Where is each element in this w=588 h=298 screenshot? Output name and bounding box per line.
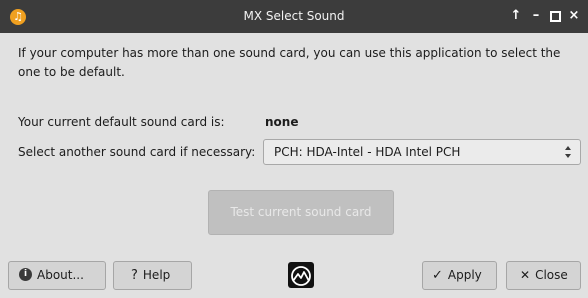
intro-text: If your computer has more than one sound… <box>18 46 561 79</box>
sound-card-select[interactable]: PCH: HDA-Intel - HDA Intel PCH <box>263 139 581 165</box>
title-bar[interactable]: ♫ MX Select Sound ↑ – × <box>0 0 588 33</box>
maximize-button[interactable] <box>547 8 563 24</box>
select-card-label: Select another sound card if necessary: <box>18 145 256 159</box>
mx-logo-icon <box>288 262 314 288</box>
apply-button[interactable]: ✓ Apply <box>422 261 497 290</box>
about-button-label: About... <box>37 268 84 282</box>
maximize-icon <box>549 11 561 22</box>
apply-button-label: Apply <box>447 268 482 282</box>
question-icon: ? <box>131 268 138 283</box>
help-button-label: Help <box>142 268 171 282</box>
info-icon: i <box>19 268 32 281</box>
mx-select-sound-window: ♫ MX Select Sound ↑ – × If your computer… <box>0 0 588 298</box>
current-card-value: none <box>265 115 299 129</box>
close-button-label: Close <box>535 268 568 282</box>
minimize-button[interactable]: – <box>528 8 544 24</box>
help-button[interactable]: ? Help <box>113 261 192 290</box>
about-button[interactable]: i About... <box>8 261 106 290</box>
close-button[interactable]: ✕ Close <box>506 261 581 290</box>
x-icon: ✕ <box>520 268 531 282</box>
close-window-button[interactable]: × <box>566 8 582 24</box>
check-icon: ✓ <box>432 268 443 283</box>
sound-card-select-value: PCH: HDA-Intel - HDA Intel PCH <box>274 145 461 159</box>
music-note-icon: ♫ <box>10 9 26 25</box>
window-title: MX Select Sound <box>243 9 345 23</box>
updown-arrows-icon <box>565 146 571 158</box>
test-sound-card-button[interactable]: Test current sound card <box>208 190 394 235</box>
current-card-label: Your current default sound card is: <box>18 115 225 129</box>
keep-above-button[interactable]: ↑ <box>508 8 524 24</box>
